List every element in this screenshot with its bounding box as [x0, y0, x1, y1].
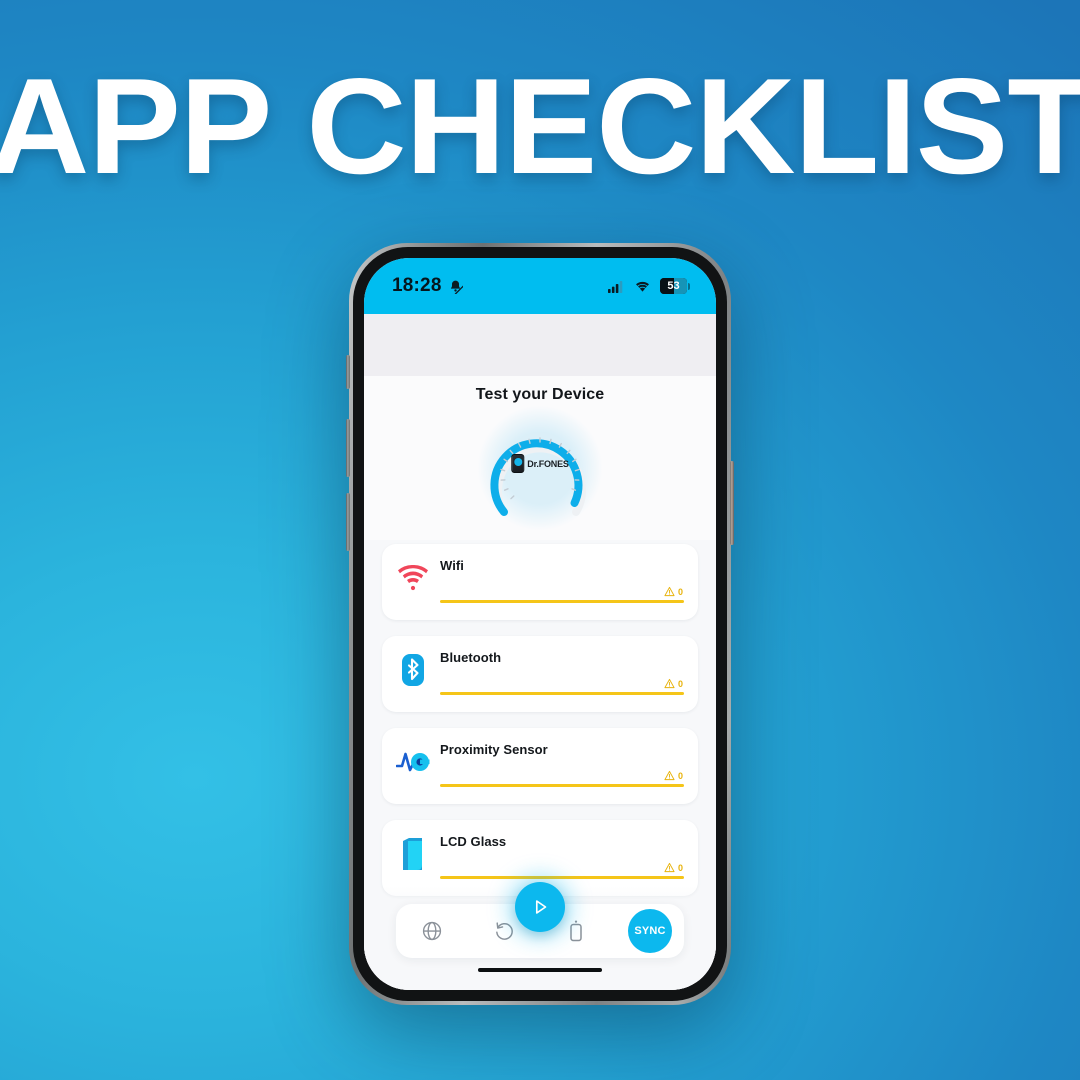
logo-phone-icon	[511, 454, 525, 473]
phone-frame: 18:28 53 Test your Device Dr.FONES Wifi …	[346, 243, 734, 1005]
power-button[interactable]	[730, 461, 734, 545]
gauge-title: Test your Device	[475, 386, 605, 403]
warning-triangle-icon	[664, 678, 675, 689]
nav-play-button[interactable]	[515, 882, 565, 932]
checklist-item-proximity-sensor[interactable]: Proximity Sensor 0	[382, 728, 698, 804]
meter-line	[440, 692, 684, 695]
status-badge: 0	[664, 586, 683, 597]
status-badge: 0	[664, 862, 683, 873]
home-indicator[interactable]	[478, 968, 602, 972]
battery-level: 53	[667, 280, 680, 292]
bluetooth-icon	[396, 653, 430, 687]
checklist-item-meter: 0	[440, 678, 684, 695]
checklist-item-meter: 0	[440, 862, 684, 879]
device-gauge[interactable]: Dr.FONES	[470, 404, 610, 532]
cellular-signal-icon	[608, 280, 623, 293]
device-test-section: Test your Device Dr.FONES	[364, 376, 716, 540]
poster-canvas: APP CHECKLIST 18:28 53 Test your Device …	[0, 0, 1080, 1080]
warning-count: 0	[677, 862, 683, 873]
silent-switch-button[interactable]	[346, 355, 350, 389]
globe-icon	[422, 921, 442, 941]
lcd-glass-icon	[396, 837, 430, 871]
checklist-item-body: Wifi 0	[440, 557, 684, 603]
status-badge: 0	[664, 770, 683, 781]
checklist-item-body: Proximity Sensor 0	[440, 741, 684, 787]
checklist-item-label: LCD Glass	[440, 834, 507, 849]
wifi-status-icon	[636, 281, 649, 292]
app-body: Test your Device Dr.FONES Wifi 0 Bluetoo…	[364, 314, 716, 990]
status-time: 18:28	[392, 275, 442, 296]
volume-up-button[interactable]	[346, 419, 350, 477]
status-bar-right: 53	[608, 278, 690, 294]
status-bar: 18:28 53	[364, 258, 716, 314]
checklist-item-label: Bluetooth	[440, 650, 502, 665]
checklist-item-label: Proximity Sensor	[440, 742, 548, 757]
app-top-band	[364, 314, 716, 376]
warning-triangle-icon	[664, 586, 675, 597]
status-badge: 0	[664, 678, 683, 689]
reset-arrow-icon	[496, 922, 513, 940]
volume-down-button[interactable]	[346, 493, 350, 551]
brand-logo: Dr.FONES	[511, 454, 569, 473]
checklist-item-meter: 0	[440, 586, 684, 603]
nav-globe-button[interactable]	[412, 911, 452, 951]
checklist-container: Wifi 0 Bluetooth 0 Proximity Sensor 0 LC…	[364, 540, 716, 934]
warning-count: 0	[677, 586, 683, 597]
wifi-icon	[396, 561, 430, 595]
device-icon	[570, 920, 582, 942]
status-bar-left: 18:28	[392, 275, 463, 297]
sync-button[interactable]: SYNC	[628, 909, 672, 953]
checklist-item-body: LCD Glass 0	[440, 833, 684, 879]
bottom-nav-area: SYNC	[364, 882, 716, 990]
checklist-item-wifi[interactable]: Wifi 0	[382, 544, 698, 620]
logo-text: Dr.FONES	[527, 458, 569, 469]
bell-slash-icon	[450, 280, 463, 294]
checklist-item-bluetooth[interactable]: Bluetooth 0	[382, 636, 698, 712]
play-icon	[535, 900, 547, 914]
meter-line	[440, 784, 684, 787]
warning-count: 0	[677, 770, 683, 781]
phone-screen: 18:28 53 Test your Device Dr.FONES Wifi …	[364, 258, 716, 990]
warning-triangle-icon	[664, 862, 675, 873]
phone-bezel: 18:28 53 Test your Device Dr.FONES Wifi …	[353, 247, 727, 1001]
warning-count: 0	[677, 678, 683, 689]
meter-line	[440, 876, 684, 879]
warning-triangle-icon	[664, 770, 675, 781]
proximity-sensor-icon	[396, 745, 430, 779]
bottom-nav-bar: SYNC	[396, 882, 684, 958]
meter-line	[440, 600, 684, 603]
checklist-item-body: Bluetooth 0	[440, 649, 684, 695]
checklist-item-label: Wifi	[440, 558, 464, 573]
checklist-item-meter: 0	[440, 770, 684, 787]
phone-mockup: 18:28 53 Test your Device Dr.FONES Wifi …	[346, 243, 734, 1005]
page-title: APP CHECKLIST	[0, 50, 1080, 202]
battery-indicator: 53	[660, 278, 690, 294]
